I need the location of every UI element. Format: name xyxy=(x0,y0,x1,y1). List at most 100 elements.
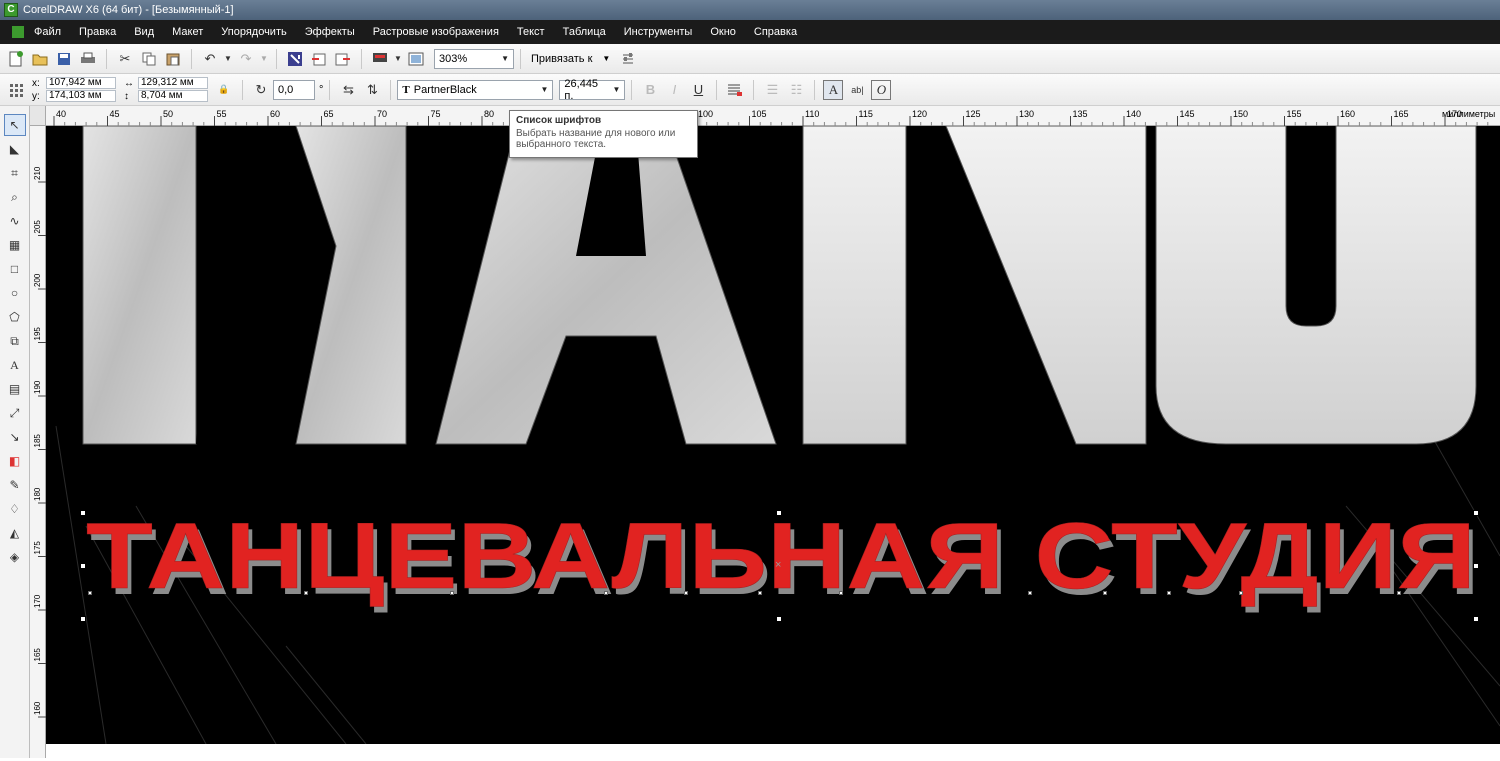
selection-handle-br[interactable] xyxy=(1473,616,1479,622)
save-icon[interactable] xyxy=(54,49,74,69)
italic-icon[interactable]: I xyxy=(664,80,684,100)
crop-tool-icon[interactable]: ⌗ xyxy=(4,162,26,184)
blend-tool-icon[interactable]: ◧ xyxy=(4,450,26,472)
menu-layout[interactable]: Макет xyxy=(172,26,203,38)
opentype-icon[interactable]: O xyxy=(871,79,892,100)
edit-text-icon[interactable]: ab| xyxy=(847,80,867,100)
selection-handle-tm[interactable] xyxy=(776,510,782,516)
export-icon[interactable] xyxy=(333,49,353,69)
width-input[interactable]: 129,312 мм xyxy=(138,77,208,89)
menu-view[interactable]: Вид xyxy=(134,26,154,38)
connector-tool-icon[interactable]: ↘ xyxy=(4,426,26,448)
print-icon[interactable] xyxy=(78,49,98,69)
search-content-icon[interactable] xyxy=(285,49,305,69)
menu-edit[interactable]: Правка xyxy=(79,26,116,38)
selection-handle-tr[interactable] xyxy=(1473,510,1479,516)
text-node[interactable] xyxy=(1103,591,1107,595)
mirror-vertical-icon[interactable]: ⇅ xyxy=(362,80,382,100)
rectangle-tool-icon[interactable]: □ xyxy=(4,258,26,280)
menu-file[interactable]: Файл xyxy=(34,26,61,38)
snap-to-dropdown-icon[interactable]: ▼ xyxy=(602,54,610,63)
ellipse-tool-icon[interactable]: ○ xyxy=(4,282,26,304)
text-node[interactable] xyxy=(1167,591,1171,595)
menu-bitmaps[interactable]: Растровые изображения xyxy=(373,26,499,38)
selection-handle-ml[interactable] xyxy=(80,563,86,569)
fullscreen-icon[interactable] xyxy=(406,49,426,69)
pick-tool-icon[interactable]: ↖ xyxy=(3,114,26,136)
text-tool-icon[interactable]: A xyxy=(4,354,26,376)
table-tool-icon[interactable]: ▤ xyxy=(4,378,26,400)
copy-icon[interactable] xyxy=(139,49,159,69)
fill-tool-icon[interactable]: ◭ xyxy=(4,522,26,544)
toolbar-separator xyxy=(631,79,633,100)
selection-handle-mr[interactable] xyxy=(1473,563,1479,569)
text-node[interactable] xyxy=(1239,591,1243,595)
lock-ratio-icon[interactable]: 🔒 xyxy=(214,80,234,100)
shape-tool-icon[interactable]: ◣ xyxy=(4,138,26,160)
paste-icon[interactable] xyxy=(163,49,183,69)
snap-to-label[interactable]: Привязать к xyxy=(531,53,592,65)
dimension-tool-icon[interactable]: ⤢ xyxy=(4,402,26,424)
freehand-tool-icon[interactable]: ∿ xyxy=(4,210,26,232)
zoom-tool-icon[interactable]: ⌕ xyxy=(4,186,26,208)
menu-tools[interactable]: Инструменты xyxy=(624,26,693,38)
redo-icon[interactable]: ↷ xyxy=(236,49,256,69)
text-node[interactable] xyxy=(1397,591,1401,595)
launcher-icon[interactable] xyxy=(370,49,390,69)
menu-window[interactable]: Окно xyxy=(710,26,736,38)
rotation-input[interactable]: 0,0 xyxy=(273,79,315,100)
menu-text[interactable]: Текст xyxy=(517,26,545,38)
selection-center-icon[interactable]: × xyxy=(775,559,781,571)
bold-icon[interactable]: B xyxy=(640,80,660,100)
redo-dropdown-icon[interactable]: ▼ xyxy=(260,49,268,69)
y-position-input[interactable]: 174,103 мм xyxy=(46,90,116,102)
ruler-origin[interactable] xyxy=(30,106,46,126)
text-properties-icon[interactable]: A xyxy=(823,79,844,100)
text-node[interactable] xyxy=(758,591,762,595)
outline-tool-icon[interactable]: ♢ xyxy=(4,498,26,520)
text-node[interactable] xyxy=(684,591,688,595)
font-size-combo[interactable]: 26,445 п. ▼ xyxy=(559,78,626,102)
underline-icon[interactable]: U xyxy=(688,80,708,100)
smart-fill-tool-icon[interactable]: ▦ xyxy=(4,234,26,256)
options-icon[interactable] xyxy=(618,49,638,69)
text-node[interactable] xyxy=(1028,591,1032,595)
height-input[interactable]: 8,704 мм xyxy=(138,90,208,102)
cut-icon[interactable]: ✂ xyxy=(115,49,135,69)
eyedropper-tool-icon[interactable]: ✎ xyxy=(4,474,26,496)
text-node[interactable] xyxy=(450,591,454,595)
bullet-list-icon[interactable]: ☰ xyxy=(762,80,782,100)
font-list-combo[interactable]: T PartnerBlack ▼ xyxy=(397,79,554,100)
text-node[interactable] xyxy=(604,591,608,595)
menu-effects[interactable]: Эффекты xyxy=(305,26,355,38)
drawing-canvas[interactable]: ТАНЦЕВАЛЬНАЯ СТУДИЯ ТАНЦЕВАЛЬНАЯ СТУДИЯ … xyxy=(46,126,1500,744)
horizontal-ruler[interactable]: 4045505560657075808590951001051101151201… xyxy=(46,106,1500,126)
menu-arrange[interactable]: Упорядочить xyxy=(221,26,286,38)
text-node[interactable] xyxy=(304,591,308,595)
text-node[interactable] xyxy=(839,591,843,595)
selection-handle-bl[interactable] xyxy=(80,616,86,622)
undo-dropdown-icon[interactable]: ▼ xyxy=(224,49,232,69)
x-position-input[interactable]: 107,942 мм xyxy=(46,77,116,89)
undo-icon[interactable]: ↶ xyxy=(200,49,220,69)
document-menu-icon[interactable] xyxy=(12,26,24,38)
vertical-ruler[interactable]: 210 205 200 195 190 185 180 175 170 165 160 xyxy=(30,126,46,758)
zoom-level-combo[interactable]: 303% ▼ xyxy=(434,48,514,69)
basic-shapes-tool-icon[interactable]: ⧉ xyxy=(4,330,26,352)
polygon-tool-icon[interactable]: ⬠ xyxy=(4,306,26,328)
import-icon[interactable] xyxy=(309,49,329,69)
menu-table[interactable]: Таблица xyxy=(563,26,606,38)
caption-text[interactable]: ТАНЦЕВАЛЬНАЯ СТУДИЯ xyxy=(86,503,1477,609)
menu-help[interactable]: Справка xyxy=(754,26,797,38)
drop-cap-icon[interactable]: ☷ xyxy=(786,80,806,100)
selection-handle-tl[interactable] xyxy=(80,510,86,516)
text-node[interactable] xyxy=(88,591,92,595)
selection-handle-bm[interactable] xyxy=(776,616,782,622)
open-icon[interactable] xyxy=(30,49,50,69)
object-origin-icon[interactable] xyxy=(6,80,26,100)
interactive-fill-tool-icon[interactable]: ◈ xyxy=(4,546,26,568)
new-document-icon[interactable] xyxy=(6,49,26,69)
text-align-icon[interactable] xyxy=(725,80,745,100)
launcher-dropdown-icon[interactable]: ▼ xyxy=(394,49,402,69)
mirror-horizontal-icon[interactable]: ⇆ xyxy=(338,80,358,100)
